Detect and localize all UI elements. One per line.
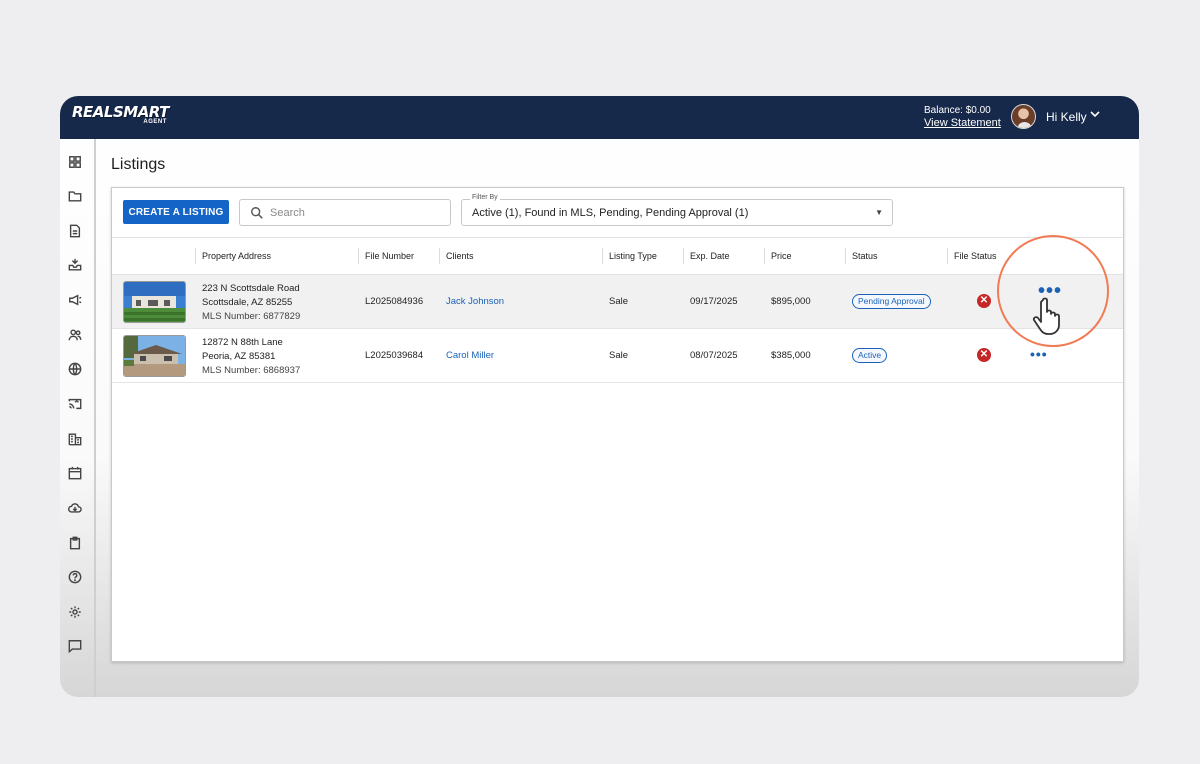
property-address: 12872 N 88th Lane Peoria, AZ 85381 MLS N… bbox=[202, 336, 300, 378]
app-window: REALSMART AGENT Balance: $0.00 View Stat… bbox=[60, 96, 1139, 697]
table-header: Property Address File Number Clients Lis… bbox=[112, 237, 1123, 275]
column-divider bbox=[602, 248, 603, 264]
table-row[interactable]: 12872 N 88th Lane Peoria, AZ 85381 MLS N… bbox=[112, 329, 1123, 383]
sidebar bbox=[60, 139, 96, 697]
price: $385,000 bbox=[771, 350, 811, 361]
client-link[interactable]: Jack Johnson bbox=[446, 296, 504, 307]
column-header-status[interactable]: Status bbox=[852, 251, 878, 261]
dashboard-icon[interactable] bbox=[67, 154, 83, 170]
more-actions-button[interactable]: ••• bbox=[1030, 346, 1048, 362]
column-header-file-status[interactable]: File Status bbox=[954, 251, 997, 261]
column-header-file-number[interactable]: File Number bbox=[365, 251, 414, 261]
column-divider bbox=[845, 248, 846, 264]
search-icon bbox=[251, 207, 263, 219]
top-bar: REALSMART AGENT Balance: $0.00 View Stat… bbox=[60, 96, 1139, 139]
page-title: Listings bbox=[111, 156, 166, 173]
column-divider bbox=[358, 248, 359, 264]
view-statement-link[interactable]: View Statement bbox=[924, 117, 1001, 130]
avatar[interactable] bbox=[1011, 104, 1036, 129]
column-header-address[interactable]: Property Address bbox=[202, 251, 271, 261]
column-header-listing-type[interactable]: Listing Type bbox=[609, 251, 657, 261]
balance-text: Balance: $0.00 bbox=[924, 105, 991, 116]
property-photo[interactable] bbox=[123, 281, 186, 323]
settings-icon[interactable] bbox=[67, 604, 83, 620]
column-header-clients[interactable]: Clients bbox=[446, 251, 474, 261]
clipboard-icon[interactable] bbox=[67, 535, 83, 551]
cloud-download-icon[interactable] bbox=[67, 500, 83, 516]
file-number: L2025039684 bbox=[365, 350, 424, 361]
people-icon[interactable] bbox=[67, 327, 83, 343]
brand-logo[interactable]: REALSMART AGENT bbox=[72, 104, 169, 125]
client-link[interactable]: Carol Miller bbox=[446, 350, 494, 361]
table-row[interactable]: 223 N Scottsdale Road Scottsdale, AZ 852… bbox=[112, 275, 1123, 329]
megaphone-icon[interactable] bbox=[67, 292, 83, 308]
globe-icon[interactable] bbox=[67, 361, 83, 377]
inbox-icon[interactable] bbox=[67, 257, 83, 273]
help-icon[interactable] bbox=[67, 569, 83, 585]
property-address: 223 N Scottsdale Road Scottsdale, AZ 852… bbox=[202, 282, 300, 324]
listing-type: Sale bbox=[609, 350, 629, 361]
address-street: 223 N Scottsdale Road bbox=[202, 283, 300, 294]
search-input[interactable] bbox=[270, 205, 440, 221]
mls-number: MLS Number: 6877829 bbox=[202, 311, 301, 322]
file-number: L2025084936 bbox=[365, 296, 424, 307]
filter-value: Active (1), Found in MLS, Pending, Pendi… bbox=[472, 207, 749, 219]
column-header-exp-date[interactable]: Exp. Date bbox=[690, 251, 730, 261]
calendar-icon[interactable] bbox=[67, 465, 83, 481]
listing-type: Sale bbox=[609, 296, 629, 307]
brand-name: REALSMART bbox=[72, 103, 169, 121]
column-header-price[interactable]: Price bbox=[771, 251, 792, 261]
column-divider bbox=[195, 248, 196, 264]
filter-label: Filter By bbox=[470, 194, 500, 201]
property-photo[interactable] bbox=[123, 335, 186, 377]
chat-icon[interactable] bbox=[67, 638, 83, 654]
address-city: Scottsdale, AZ 85255 bbox=[202, 297, 293, 308]
exp-date: 08/07/2025 bbox=[690, 350, 738, 361]
listings-card: CREATE A LISTING Filter By Active (1), F… bbox=[111, 187, 1124, 662]
pointer-hand-icon bbox=[1031, 296, 1071, 336]
caret-down-icon: ▼ bbox=[875, 208, 883, 217]
error-icon: ✕ bbox=[977, 348, 991, 362]
address-street: 12872 N 88th Lane bbox=[202, 337, 283, 348]
balance-block: Balance: $0.00 View Statement bbox=[924, 104, 1001, 130]
folder-icon[interactable] bbox=[67, 188, 83, 204]
exp-date: 09/17/2025 bbox=[690, 296, 738, 307]
building-icon[interactable] bbox=[67, 431, 83, 447]
price: $895,000 bbox=[771, 296, 811, 307]
search-box[interactable] bbox=[239, 199, 451, 226]
cast-icon[interactable] bbox=[67, 396, 83, 412]
user-greeting[interactable]: Hi Kelly bbox=[1046, 110, 1087, 124]
document-icon[interactable] bbox=[67, 223, 83, 239]
filter-select[interactable]: Filter By Active (1), Found in MLS, Pend… bbox=[461, 194, 893, 226]
column-divider bbox=[947, 248, 948, 264]
mls-number: MLS Number: 6868937 bbox=[202, 365, 301, 376]
error-icon: ✕ bbox=[977, 294, 991, 308]
address-city: Peoria, AZ 85381 bbox=[202, 351, 276, 362]
status-badge: Active bbox=[852, 348, 888, 363]
status-badge: Pending Approval bbox=[852, 294, 931, 309]
column-divider bbox=[764, 248, 765, 264]
column-divider bbox=[683, 248, 684, 264]
chevron-down-icon[interactable] bbox=[1090, 110, 1100, 121]
create-listing-button[interactable]: CREATE A LISTING bbox=[123, 200, 229, 224]
column-divider bbox=[439, 248, 440, 264]
